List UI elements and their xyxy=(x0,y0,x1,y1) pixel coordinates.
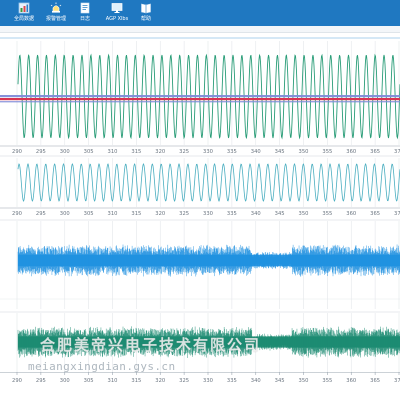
log-file-icon xyxy=(80,2,90,14)
axis-tick-label: 345 xyxy=(275,378,285,384)
axis-tick-label: 290 xyxy=(12,378,22,384)
axis-tick-label: 315 xyxy=(131,211,141,217)
blue-band-line-lower xyxy=(0,101,400,103)
help-label: 帮助 xyxy=(140,16,151,22)
axis-tick-label: 340 xyxy=(251,211,261,217)
axis-tick-label: 335 xyxy=(227,211,237,217)
axis-tick-label: 310 xyxy=(108,211,118,217)
axis-tick-label: 345 xyxy=(275,211,285,217)
axis-tick-label: 355 xyxy=(322,211,332,217)
red-band-line xyxy=(0,98,400,101)
axis-tick-label: 330 xyxy=(203,378,213,384)
alarm-management-label: 报警管理 xyxy=(45,16,66,22)
axis-tick-label: 320 xyxy=(155,211,165,217)
noise-core xyxy=(18,336,400,348)
axis-tick-label: 315 xyxy=(131,378,141,384)
monitor-icon xyxy=(111,3,123,13)
waveform-panel-3[interactable] xyxy=(0,219,400,311)
toolbar-separator xyxy=(0,26,400,33)
axis-tick-label: 350 xyxy=(299,378,309,384)
axis-tick-label: 335 xyxy=(227,378,237,384)
data-chart-icon xyxy=(18,2,30,14)
axis-tick-label: 365 xyxy=(370,211,380,217)
axis-tick-label: 320 xyxy=(155,378,165,384)
axis-tick-label: 300 xyxy=(60,378,70,384)
axis-tick-label: 325 xyxy=(179,211,189,217)
axis-tick-label: 305 xyxy=(84,211,94,217)
blue-band-line xyxy=(0,95,400,98)
axis-tick-label: 330 xyxy=(203,211,213,217)
noise-chart-3 xyxy=(0,219,400,311)
help-book-icon xyxy=(141,3,151,14)
alarm-light-icon xyxy=(50,2,62,13)
axis-tick-label: 290 xyxy=(12,211,22,217)
waveform-chart-2: 290 295 300 305 310 315 320 325 330 335 340 345 350 3… xyxy=(0,155,400,219)
axis-tick-label: 295 xyxy=(36,378,46,384)
axis-tick-label: 340 xyxy=(251,378,261,384)
axis-tick-label: 370 xyxy=(394,378,400,384)
axis-tick-label: 310 xyxy=(108,378,118,384)
waveform-panel-2[interactable]: 290 295 300 305 310 315 320 325 330 335 340 345 350 3… xyxy=(0,155,400,219)
waveform-chart-1: 290 295 300 305 310 315 320 325 330 335 340 345 350 3… xyxy=(0,33,400,155)
noise-core xyxy=(18,254,400,267)
axis-tick-label: 360 xyxy=(346,211,356,217)
axis-tick-label: 355 xyxy=(322,378,332,384)
axis-tick-label: 370 xyxy=(394,211,400,217)
axis-tick-label: 305 xyxy=(84,378,94,384)
axis-tick-label: 325 xyxy=(179,378,189,384)
axis-tick-label: 300 xyxy=(60,211,70,217)
help-button[interactable]: 帮助 xyxy=(126,2,166,25)
waveform-panel-4[interactable] xyxy=(0,311,400,372)
panel-background xyxy=(0,155,400,219)
axis-tick-label: 365 xyxy=(370,378,380,384)
global-data-label: 全局数据 xyxy=(13,16,34,22)
noise-chart-4 xyxy=(0,311,400,372)
axis-tick-label: 360 xyxy=(346,378,356,384)
log-label: 日志 xyxy=(79,16,90,22)
axis-tick-label: 295 xyxy=(36,211,46,217)
axis-tick-label: 350 xyxy=(299,211,309,217)
toolbar: 全局数据 报警管理 日志 AGP Xlbs 帮助 xyxy=(0,0,400,26)
waveform-panel-1[interactable]: 290 295 300 305 310 315 320 325 330 335 340 345 350 3… xyxy=(0,33,400,155)
agp-xlbs-label: AGP Xlbs xyxy=(105,16,129,22)
bottom-axis-svg: 290 295 300 305 310 315 320 325 330 335 340 345 350 3… xyxy=(0,372,400,384)
bottom-axis-area: 290 295 300 305 310 315 320 325 330 335 340 345 350 3… xyxy=(0,372,400,400)
